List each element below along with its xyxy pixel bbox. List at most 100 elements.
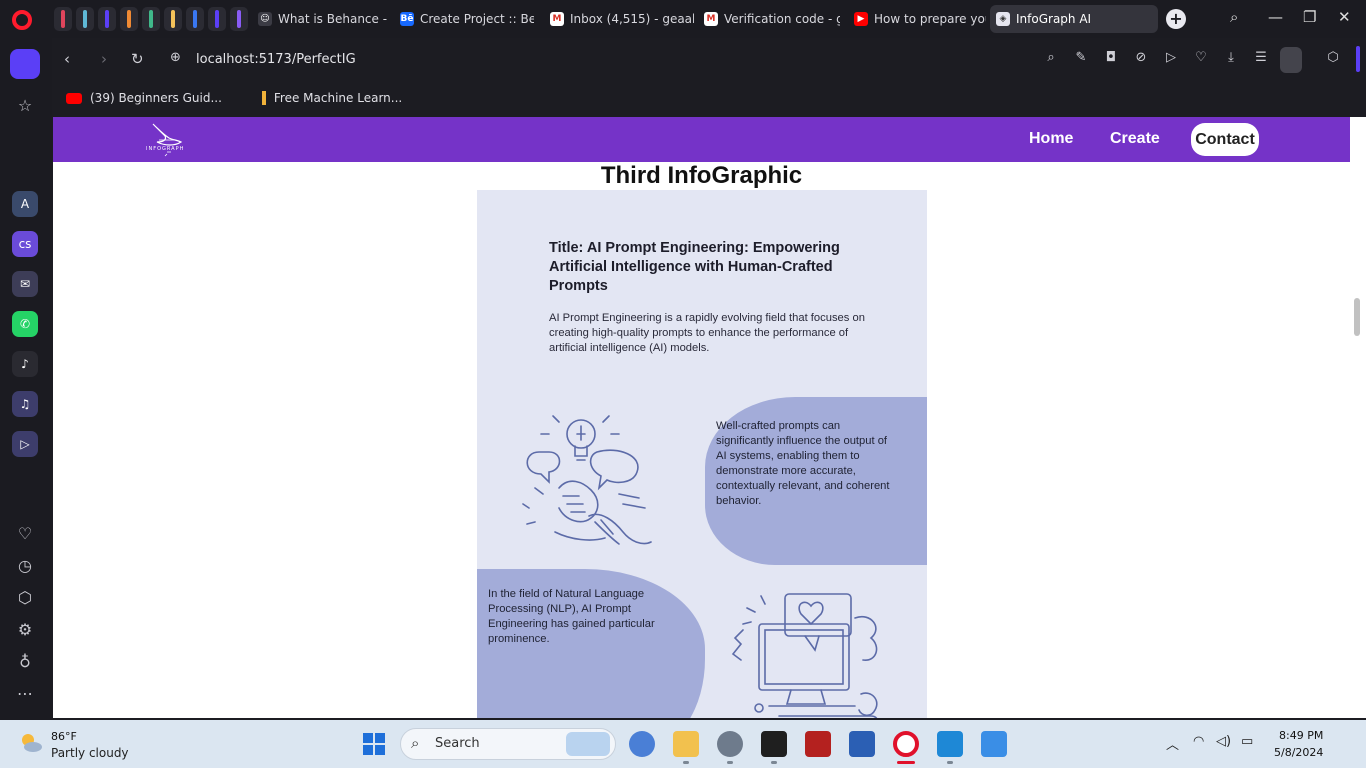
pinned-tab[interactable] [230, 7, 248, 31]
infograph-logo[interactable] [149, 120, 185, 158]
page-title: Third InfoGraphic [600, 162, 803, 189]
pinned-tab[interactable] [142, 7, 160, 31]
new-tab-button[interactable]: + [1166, 9, 1186, 29]
camera-icon[interactable]: ◘ [1102, 50, 1120, 68]
tab-label: Create Project :: Beha [420, 12, 534, 26]
pinned-tab[interactable] [208, 7, 226, 31]
forward-button[interactable]: › [101, 50, 107, 68]
restore-button[interactable]: ❐ [1303, 8, 1316, 26]
bookmark-icon [261, 91, 266, 105]
gear-icon[interactable]: ⚙ [15, 620, 35, 640]
infograph-icon: ◈ [996, 12, 1010, 26]
pinned-tab[interactable] [98, 7, 116, 31]
infographic-point-1: Well-crafted prompts can significantly i… [716, 420, 890, 507]
play-icon[interactable]: ▷ [1162, 50, 1180, 68]
tab-label: How to prepare your [874, 12, 986, 26]
site-info-icon[interactable]: ⊕ [170, 50, 181, 65]
star-icon[interactable]: ☆ [15, 96, 35, 116]
tab-behance-create[interactable]: Bē Create Project :: Beha [394, 5, 534, 33]
infographic-intro: AI Prompt Engineering is a rapidly evolv… [549, 312, 865, 354]
tab-gmail-inbox[interactable]: M Inbox (4,515) - geaak [544, 5, 694, 33]
profile-avatar[interactable] [1280, 47, 1302, 73]
search-highlight-icon [566, 732, 610, 756]
weather-description: Partly cloudy [51, 746, 129, 760]
page-scrollbar[interactable] [1350, 117, 1366, 718]
browser-tab-bar: ☺ What is Behance - Po Bē Create Project… [0, 0, 1366, 38]
lightbulb-icon[interactable]: ♁ [15, 652, 35, 672]
menu-icon[interactable]: ☰ [1252, 50, 1270, 68]
history-icon[interactable]: ◷ [15, 556, 35, 576]
sidebar-toggle[interactable] [1356, 46, 1360, 72]
cube-icon[interactable]: ⬡ [15, 588, 35, 608]
bible-app-icon[interactable] [805, 731, 831, 757]
pinned-tab[interactable] [76, 7, 94, 31]
pinned-tab[interactable] [186, 7, 204, 31]
gmail-icon: M [704, 12, 718, 26]
pinned-tab[interactable] [54, 7, 72, 31]
heart-icon[interactable]: ♡ [1192, 50, 1210, 68]
partly-cloudy-icon[interactable] [18, 730, 44, 756]
bookmark-item[interactable]: (39) Beginners Guid... [52, 91, 236, 105]
close-window-button[interactable]: ✕ [1338, 8, 1351, 26]
tab-label: InfoGraph AI [1016, 12, 1092, 26]
tab-infograph-ai[interactable]: ◈ InfoGraph AI [990, 5, 1158, 33]
running-indicator [947, 761, 953, 764]
pinned-tab[interactable] [120, 7, 138, 31]
volume-icon[interactable]: ◁) [1216, 734, 1231, 749]
tab-youtube[interactable]: ▶ How to prepare your [848, 5, 986, 33]
vscode-icon[interactable] [937, 731, 963, 757]
aria-icon[interactable]: A [12, 191, 38, 217]
bookmark-item[interactable]: Free Machine Learn... [248, 91, 416, 105]
tab-label: Inbox (4,515) - geaak [570, 12, 694, 26]
copilot-icon[interactable] [629, 731, 655, 757]
windows-taskbar: 86°F Partly cloudy ⌕ Search ︿ ◠ ◁) ▭ 8:4… [0, 720, 1366, 768]
infographic-point-2: In the field of Natural Language Process… [488, 588, 655, 645]
file-explorer-icon[interactable] [673, 731, 699, 757]
photos-icon[interactable] [981, 731, 1007, 757]
search-icon[interactable]: ⌕ [1042, 50, 1060, 68]
taskbar-search-label: Search [435, 736, 480, 751]
extensions-icon[interactable]: ⬡ [1324, 50, 1342, 68]
tiktok-icon[interactable]: ♪ [12, 351, 38, 377]
clock-time[interactable]: 8:49 PM [1279, 729, 1323, 742]
nav-home-link[interactable]: Home [1029, 130, 1073, 148]
pinned-tab[interactable] [164, 7, 182, 31]
tab-gmail-verification[interactable]: M Verification code - glo [698, 5, 840, 33]
nav-contact-button[interactable]: Contact [1191, 123, 1259, 156]
reload-button[interactable]: ↻ [131, 50, 144, 68]
tab-behance-info[interactable]: ☺ What is Behance - Po [252, 5, 390, 33]
terminal-icon[interactable] [761, 731, 787, 757]
gmail-icon: M [550, 12, 564, 26]
download-icon[interactable]: ⤓ [1222, 50, 1240, 68]
music-player-icon[interactable]: ♫ [12, 391, 38, 417]
nav-create-link[interactable]: Create [1110, 130, 1160, 148]
messenger-icon[interactable]: ✉ [12, 271, 38, 297]
opera-browser-icon[interactable] [893, 731, 919, 757]
search-tabs-icon[interactable]: ⌕ [1230, 8, 1238, 26]
edit-icon[interactable]: ✎ [1072, 50, 1090, 68]
youtube-icon [66, 92, 82, 104]
youtube-icon: ▶ [854, 12, 868, 26]
address-bar[interactable]: localhost:5173/PerfectIG [196, 52, 356, 67]
more-icon[interactable]: ⋯ [15, 684, 35, 704]
windows-start-icon[interactable] [361, 731, 387, 757]
chatgpt-icon[interactable]: cs [12, 231, 38, 257]
home-icon[interactable] [10, 49, 40, 79]
minimize-button[interactable]: — [1268, 8, 1283, 26]
scrollbar-thumb[interactable] [1354, 298, 1360, 336]
opera-logo-icon[interactable] [12, 10, 32, 30]
clock-date[interactable]: 5/8/2024 [1274, 746, 1323, 759]
url-path: :5173/PerfectIG [254, 52, 356, 67]
heart-icon[interactable]: ♡ [15, 524, 35, 544]
back-button[interactable]: ‹ [64, 50, 70, 68]
wifi-icon[interactable]: ◠ [1193, 734, 1204, 749]
word-icon[interactable] [849, 731, 875, 757]
adblock-icon[interactable]: ⊘ [1132, 50, 1150, 68]
whatsapp-icon[interactable]: ✆ [12, 311, 38, 337]
player-icon[interactable]: ▷ [12, 431, 38, 457]
bookmark-label: (39) Beginners Guid... [90, 91, 222, 105]
battery-icon[interactable]: ▭ [1241, 734, 1253, 749]
logo-text: INFOGRAPH [146, 146, 185, 152]
chevron-up-icon[interactable]: ︿ [1166, 734, 1179, 753]
settings-icon[interactable] [717, 731, 743, 757]
